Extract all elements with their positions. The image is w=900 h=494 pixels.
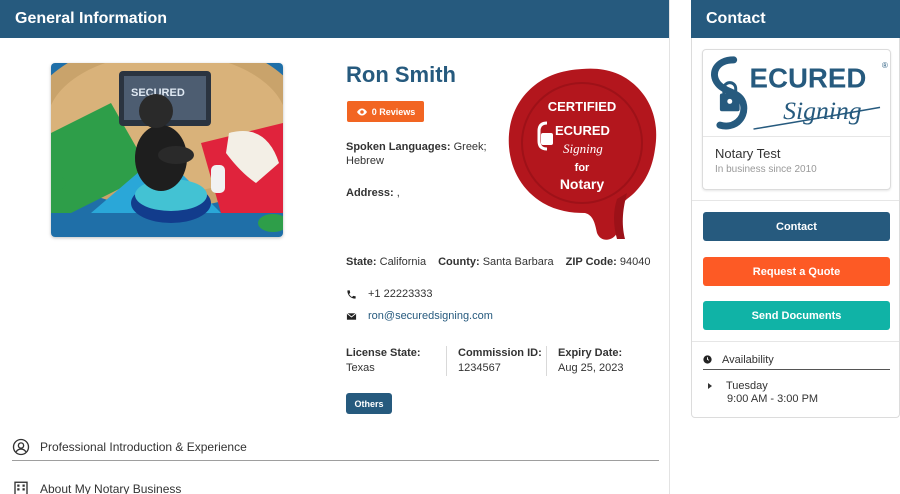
state-label: State: <box>346 256 377 268</box>
seal-brand-text: ECURED <box>555 123 610 138</box>
expiry-date-value: Aug 25, 2023 <box>558 362 624 374</box>
commission-id-label: Commission ID: <box>458 347 542 359</box>
zip-label: ZIP Code: <box>565 256 617 268</box>
phone-icon <box>347 289 356 299</box>
others-tag[interactable]: Others <box>346 393 392 414</box>
state-value: California <box>379 256 427 268</box>
eye-icon <box>356 108 367 115</box>
contact-header: Contact <box>691 0 900 38</box>
accordion-label: About My Notary Business <box>40 482 182 494</box>
address: Address: , <box>346 187 400 199</box>
request-quote-button[interactable]: Request a Quote <box>703 257 890 286</box>
commission-id: Commission ID: 1234567 <box>446 346 546 376</box>
expiry-date: Expiry Date: Aug 25, 2023 <box>546 346 646 376</box>
license-state-value: Texas <box>346 362 375 374</box>
business-name: Notary Test <box>715 146 781 161</box>
email-row: ron@securedsigning.com <box>346 310 493 322</box>
secured-signing-logo: ECURED ® Signing <box>703 56 890 137</box>
availability-header[interactable]: Availability <box>703 350 890 370</box>
general-information-panel: General Information SECURED Ron Smith 0 … <box>0 0 670 494</box>
profile-photo-image: SECURED <box>51 63 283 237</box>
contact-panel: Contact ECURED ® Signing Notary Test In … <box>691 0 900 418</box>
day-hours: 9:00 AM - 3:00 PM <box>727 393 819 405</box>
envelope-icon <box>346 312 357 320</box>
state-field: State: California <box>346 256 426 268</box>
phone-row: +1 22223333 <box>346 288 433 300</box>
county-value: Santa Barbara <box>482 256 554 268</box>
clock-icon <box>703 355 712 364</box>
seal-for-text: for <box>575 162 590 174</box>
notary-name: Ron Smith <box>346 62 456 87</box>
seal-signing-text: Signing <box>563 141 603 156</box>
accordion-professional-introduction[interactable]: Professional Introduction & Experience <box>12 433 659 461</box>
location-row: State: California County: Santa Barbara … <box>346 256 650 268</box>
send-documents-button[interactable]: Send Documents <box>703 301 890 330</box>
svg-text:®: ® <box>882 61 888 70</box>
expiry-date-label: Expiry Date: <box>558 347 623 359</box>
seal-notary-text: Notary <box>560 176 605 192</box>
accordion-label: Professional Introduction & Experience <box>40 439 247 454</box>
license-state: License State: Texas <box>346 346 446 376</box>
page: General Information SECURED Ron Smith 0 … <box>0 0 900 494</box>
availability-label: Availability <box>722 353 774 366</box>
divider <box>692 200 899 201</box>
zip-field: ZIP Code: 94040 <box>566 256 651 268</box>
building-icon <box>14 481 28 494</box>
divider <box>692 341 899 342</box>
reviews-badge[interactable]: 0 Reviews <box>347 101 424 122</box>
user-circle-icon <box>12 438 30 455</box>
logo-signing-text: Signing <box>783 96 862 125</box>
caret-right-icon <box>708 383 712 390</box>
contact-button[interactable]: Contact <box>703 212 890 241</box>
license-details: License State: Texas Commission ID: 1234… <box>346 346 650 376</box>
seal-certified-text: CERTIFIED <box>548 99 617 114</box>
profile-photo: SECURED <box>51 63 283 237</box>
address-label: Address: <box>346 187 394 199</box>
business-card: ECURED ® Signing Notary Test In business… <box>702 49 891 190</box>
general-information-header: General Information <box>0 0 669 38</box>
day-name: Tuesday <box>726 380 768 392</box>
email-link[interactable]: ron@securedsigning.com <box>368 310 493 322</box>
accordion-about-notary-business[interactable]: About My Notary Business <box>12 475 659 494</box>
address-value: , <box>396 187 400 199</box>
spoken-languages: Spoken Languages: Greek; Hebrew <box>346 140 496 168</box>
zip-value: 94040 <box>619 256 651 268</box>
business-since: In business since 2010 <box>715 164 817 175</box>
county-label: County: <box>438 256 480 268</box>
reviews-count: 0 Reviews <box>371 106 416 117</box>
commission-id-value: 1234567 <box>458 362 501 374</box>
availability-day[interactable]: Tuesday 9:00 AM - 3:00 PM <box>708 380 818 406</box>
county-field: County: Santa Barbara <box>438 256 554 268</box>
license-state-label: License State: <box>346 347 421 359</box>
phone-number: +1 22223333 <box>368 288 433 300</box>
certified-notary-seal: CERTIFIED ECURED Signing for Notary <box>508 68 657 240</box>
spoken-languages-label: Spoken Languages: <box>346 141 451 153</box>
logo-brand-text: ECURED <box>750 63 867 94</box>
